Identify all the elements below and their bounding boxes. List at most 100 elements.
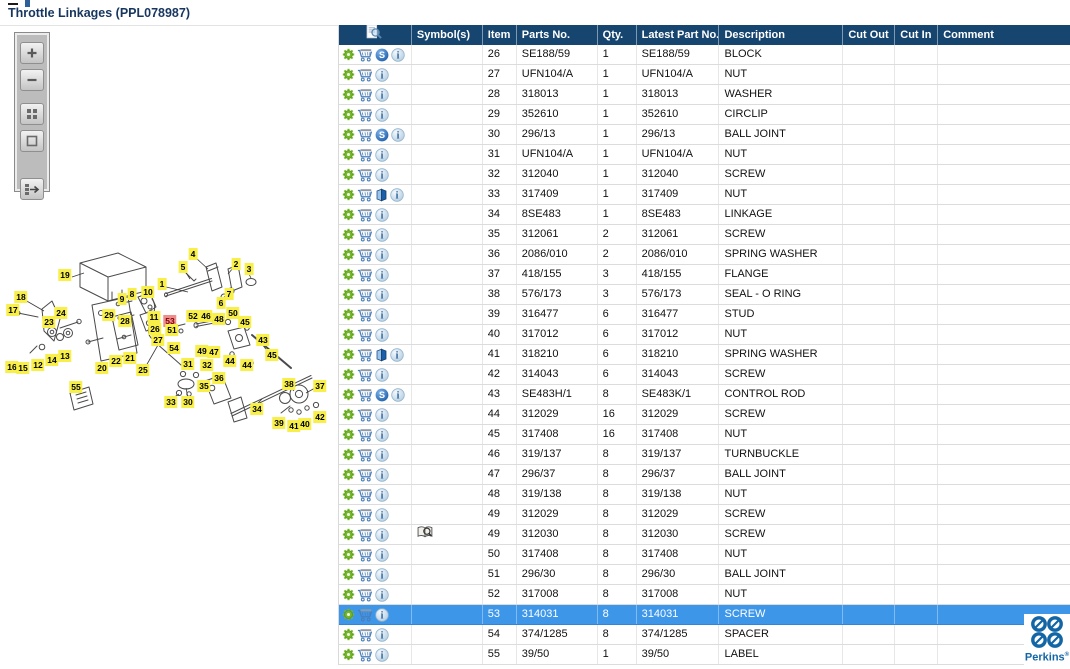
diagram-label-23[interactable]: 23 (42, 316, 56, 328)
column-header-description[interactable]: Description (719, 25, 844, 45)
table-row[interactable]: i 28 318013 1 318013 WASHER (339, 85, 1070, 105)
diagram-label-54[interactable]: 54 (167, 342, 181, 354)
table-row[interactable]: i 31 UFN104/A 1 UFN104/A NUT (339, 145, 1070, 165)
info-icon[interactable]: i (390, 187, 404, 202)
table-row[interactable]: i 48 319/138 8 319/138 NUT (339, 485, 1070, 505)
diagram-label-15[interactable]: 15 (16, 362, 30, 374)
gear-icon[interactable] (342, 548, 355, 561)
gear-icon[interactable] (342, 68, 355, 81)
table-row[interactable]: i 46 319/137 8 319/137 TURNBUCKLE (339, 445, 1070, 465)
diagram-label-27[interactable]: 27 (151, 334, 165, 346)
info-icon[interactable]: i (375, 227, 389, 242)
cart-icon[interactable] (357, 228, 373, 242)
gear-icon[interactable] (342, 448, 355, 461)
gear-icon[interactable] (342, 488, 355, 501)
cart-icon[interactable] (357, 608, 373, 622)
table-row[interactable]: i 42 314043 6 314043 SCREW (339, 365, 1070, 385)
diagram-label-5[interactable]: 5 (178, 261, 188, 273)
info-icon[interactable]: i (375, 407, 389, 422)
table-row[interactable]: i 47 296/37 8 296/37 BALL JOINT (339, 465, 1070, 485)
diagram-label-55[interactable]: 55 (69, 381, 83, 393)
info-icon[interactable]: i (375, 87, 389, 102)
table-row[interactable]: i 45 317408 16 317408 NUT (339, 425, 1070, 445)
gear-icon[interactable] (342, 248, 355, 261)
column-header-symbol-s-[interactable]: Symbol(s) (412, 25, 483, 45)
table-row[interactable]: i 52 317008 8 317008 NUT (339, 585, 1070, 605)
diagram-label-10[interactable]: 10 (141, 286, 155, 298)
gear-icon[interactable] (342, 48, 355, 61)
column-header-icon[interactable] (339, 25, 412, 45)
gear-icon[interactable] (342, 608, 355, 621)
book-search-icon[interactable] (417, 526, 434, 543)
info-icon[interactable]: i (375, 507, 389, 522)
toggle-panel-button[interactable] (20, 178, 44, 200)
diagram-label-7[interactable]: 7 (224, 288, 234, 300)
gear-icon[interactable] (342, 188, 355, 201)
info-icon[interactable]: i (375, 207, 389, 222)
table-row[interactable]: Si 43 SE483H/1 8 SE483K/1 CONTROL ROD (339, 385, 1070, 405)
table-row[interactable]: i 55 39/50 1 39/50 LABEL (339, 645, 1070, 665)
diagram-label-37[interactable]: 37 (313, 380, 327, 392)
cart-icon[interactable] (357, 648, 373, 662)
column-header-qty-[interactable]: Qty. (598, 25, 637, 45)
diagram-label-21[interactable]: 21 (123, 352, 137, 364)
cart-icon[interactable] (357, 48, 373, 62)
diagram-label-51[interactable]: 51 (165, 324, 179, 336)
table-row[interactable]: i 39 316477 6 316477 STUD (339, 305, 1070, 325)
cart-icon[interactable] (357, 408, 373, 422)
table-row[interactable]: i 50 317408 8 317408 NUT (339, 545, 1070, 565)
gear-icon[interactable] (342, 428, 355, 441)
info-icon[interactable]: i (391, 387, 405, 402)
info-icon[interactable]: i (375, 427, 389, 442)
diagram-label-9[interactable]: 9 (117, 293, 127, 305)
gear-icon[interactable] (342, 228, 355, 241)
diagram-label-6[interactable]: 6 (216, 297, 226, 309)
gear-icon[interactable] (342, 288, 355, 301)
actual-size-button[interactable] (20, 130, 44, 152)
cart-icon[interactable] (357, 128, 373, 142)
diagram-label-44[interactable]: 44 (223, 355, 237, 367)
diagram-label-29[interactable]: 29 (102, 309, 116, 321)
diagram-label-30[interactable]: 30 (181, 396, 195, 408)
diagram-label-48[interactable]: 48 (212, 313, 226, 325)
cart-icon[interactable] (357, 528, 373, 542)
diagram-label-14[interactable]: 14 (45, 354, 59, 366)
gear-icon[interactable] (342, 88, 355, 101)
diagram-label-19[interactable]: 19 (58, 269, 72, 281)
cart-icon[interactable] (357, 208, 373, 222)
zoom-out-button[interactable] (20, 69, 44, 91)
info-icon[interactable]: i (375, 527, 389, 542)
gear-icon[interactable] (342, 648, 355, 661)
diagram-label-33[interactable]: 33 (164, 396, 178, 408)
column-header-comment[interactable]: Comment (938, 25, 1070, 45)
book-icon[interactable] (375, 188, 388, 202)
diagram-label-44[interactable]: 44 (240, 359, 254, 371)
supersession-icon[interactable]: S (375, 128, 389, 142)
table-row[interactable]: i 34 8SE483 1 8SE483 LINKAGE (339, 205, 1070, 225)
fit-view-button[interactable] (20, 103, 44, 125)
gear-icon[interactable] (342, 528, 355, 541)
diagram-label-46[interactable]: 46 (199, 310, 213, 322)
diagram-label-39[interactable]: 39 (272, 417, 286, 429)
info-icon[interactable]: i (391, 47, 405, 62)
diagram-label-11[interactable]: 11 (147, 311, 161, 323)
diagram-label-2[interactable]: 2 (231, 258, 241, 270)
diagram-label-18[interactable]: 18 (14, 291, 28, 303)
cart-icon[interactable] (357, 588, 373, 602)
info-icon[interactable]: i (375, 447, 389, 462)
table-row[interactable]: Si 30 296/13 1 296/13 BALL JOINT (339, 125, 1070, 145)
column-header-cut-out[interactable]: Cut Out (843, 25, 896, 45)
diagram-label-17[interactable]: 17 (6, 304, 20, 316)
info-icon[interactable]: i (375, 567, 389, 582)
table-row[interactable]: i 36 2086/010 2 2086/010 SPRING WASHER (339, 245, 1070, 265)
info-icon[interactable]: i (375, 647, 389, 662)
diagram-label-36[interactable]: 36 (212, 372, 226, 384)
gear-icon[interactable] (342, 628, 355, 641)
gear-icon[interactable] (342, 508, 355, 521)
diagram-label-38[interactable]: 38 (282, 378, 296, 390)
cart-icon[interactable] (357, 368, 373, 382)
table-row[interactable]: i 51 296/30 8 296/30 BALL JOINT (339, 565, 1070, 585)
gear-icon[interactable] (342, 568, 355, 581)
table-row[interactable]: i 32 312040 1 312040 SCREW (339, 165, 1070, 185)
table-row[interactable]: i 44 312029 16 312029 SCREW (339, 405, 1070, 425)
